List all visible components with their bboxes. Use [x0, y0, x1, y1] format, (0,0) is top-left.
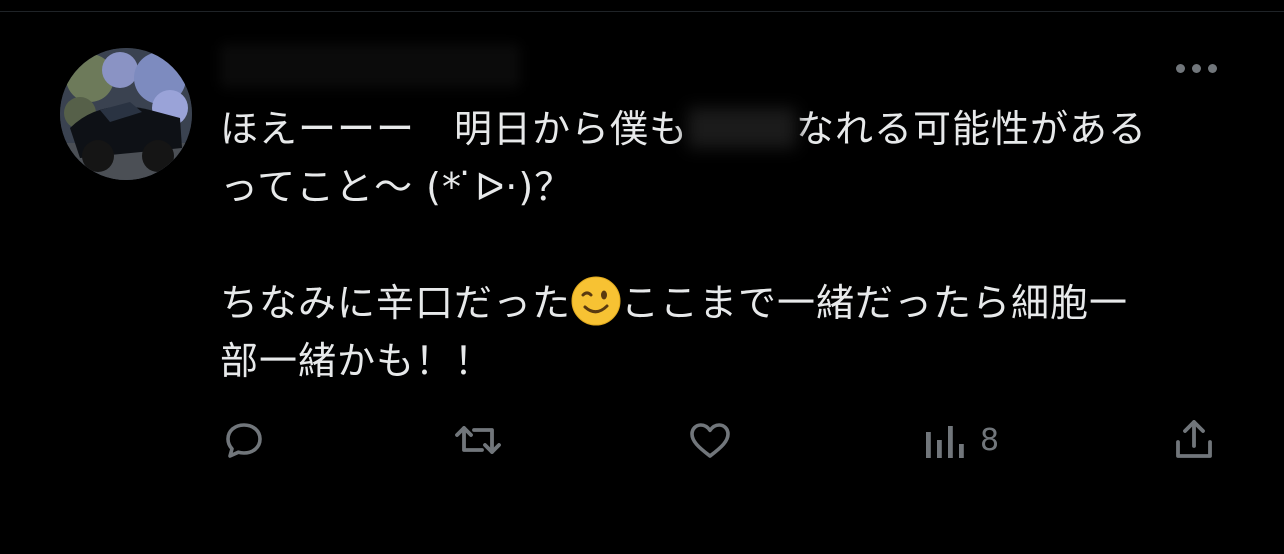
tweet-line-2: ってこと～ (* ̇ᐅ·)？: [220, 165, 574, 209]
author-name-redacted[interactable]: [220, 44, 520, 88]
retweet-icon: [455, 426, 501, 454]
redacted-word: [688, 108, 797, 148]
more-horizontal-icon: [1175, 63, 1185, 73]
winking-face-emoji: [571, 276, 621, 326]
like-icon: [690, 423, 730, 458]
views-button[interactable]: 8: [922, 416, 999, 464]
views-icon: [926, 426, 964, 458]
action-bar: 8: [0, 410, 1284, 470]
retweet-button[interactable]: [452, 416, 504, 464]
share-button[interactable]: [1170, 416, 1218, 464]
more-options-button[interactable]: [1168, 56, 1224, 80]
reply-icon: [226, 423, 262, 458]
avatar[interactable]: [60, 48, 192, 180]
tweet-line-3: ちなみに辛口だった ここまで一緒だったら細胞一: [220, 274, 1240, 332]
tweet-line-4: 部一緒かも！！: [220, 339, 494, 383]
like-button[interactable]: [686, 416, 734, 464]
reply-button[interactable]: [220, 416, 268, 464]
tweet-line-1: ほえーーー 明日から僕も なれる可能性がある: [220, 107, 1148, 151]
views-count: 8: [980, 422, 1000, 458]
share-icon: [1176, 420, 1212, 458]
tweet-text: ほえーーー 明日から僕も なれる可能性がある ってこと～ (* ̇ᐅ·)？ ちなみ…: [220, 100, 1240, 390]
top-divider: [0, 11, 1284, 12]
